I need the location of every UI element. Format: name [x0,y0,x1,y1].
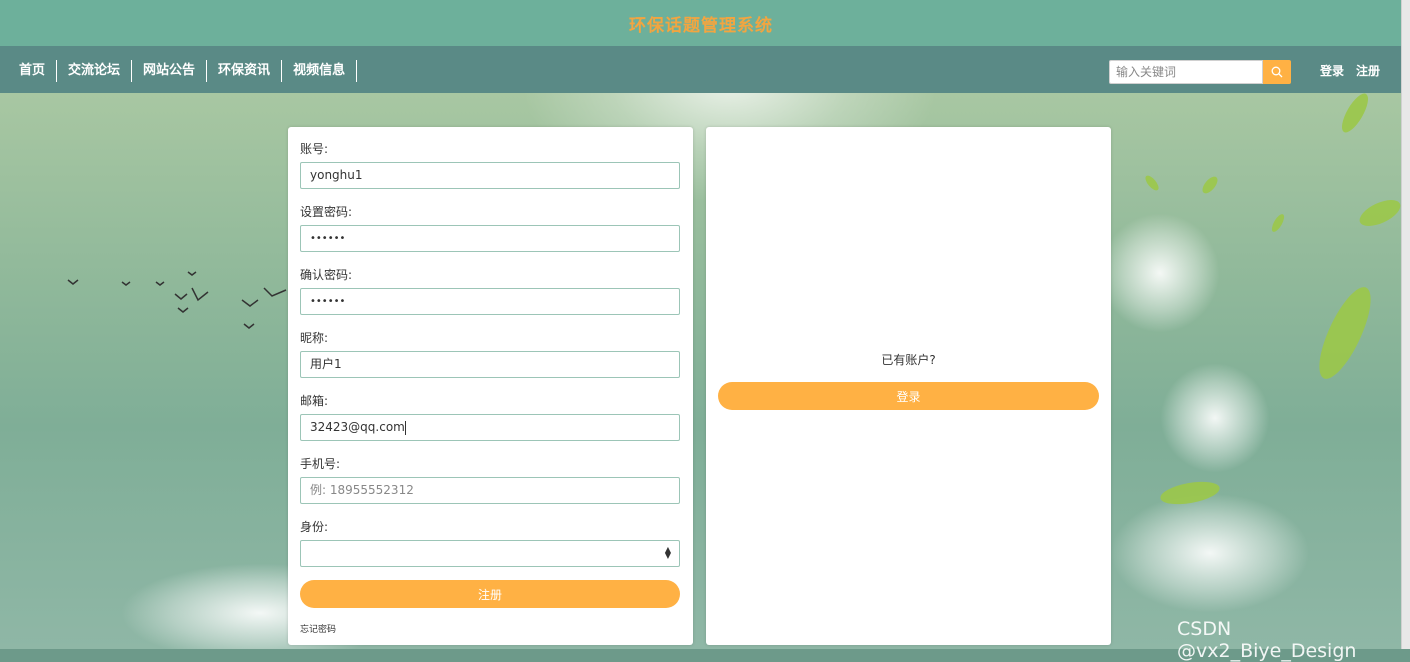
email-value: 32423@qq.com [310,420,405,434]
search-button[interactable] [1263,60,1291,84]
text-cursor [404,420,406,435]
background-scenery [0,93,1402,649]
have-account-text: 已有账户? [881,353,936,367]
birds-illustration [67,271,287,329]
nickname-label: 昵称: [300,331,329,345]
phone-input[interactable]: 例: 18955552312 [300,477,680,504]
register-submit-button[interactable]: 注册 [300,580,680,608]
role-select[interactable]: ▲ ▼ [300,540,680,567]
login-button[interactable]: 登录 [718,382,1099,410]
phone-label: 手机号: [300,457,341,471]
confirm-password-label: 确认密码: [300,268,353,282]
email-label: 邮箱: [300,394,329,408]
site-title: 环保话题管理系统 [629,15,773,36]
login-link[interactable]: 登录 [1320,62,1344,79]
watermark: CSDN @vx2_Biye_Design [1177,618,1357,662]
role-label: 身份: [300,520,329,534]
top-header: 环保话题管理系统 [0,0,1402,46]
password-label: 设置密码: [300,205,353,219]
scrollbar[interactable] [1401,0,1410,649]
nav-item-videos[interactable]: 视频信息 [282,60,358,82]
register-form-card: 账号: yonghu1 设置密码: •••••• 确认密码: •••••• 昵称… [288,127,693,645]
nav-item-news[interactable]: 环保资讯 [207,60,283,82]
email-input[interactable]: 32423@qq.com [300,414,680,441]
register-link[interactable]: 注册 [1356,62,1380,79]
select-arrows-icon: ▲ ▼ [664,545,671,560]
nickname-input[interactable]: 用户1 [300,351,680,378]
account-label: 账号: [300,142,329,156]
search-box [1109,60,1291,84]
search-icon [1271,66,1283,78]
leaves-illustration [1145,93,1401,505]
login-prompt-card: 已有账户? 登录 [706,127,1111,645]
confirm-password-input[interactable]: •••••• [300,288,680,315]
forgot-password-link[interactable]: 忘记密码 [300,622,336,635]
account-input[interactable]: yonghu1 [300,162,680,189]
password-input[interactable]: •••••• [300,225,680,252]
nav-item-home[interactable]: 首页 [8,60,58,82]
nav-menu: 首页 交流论坛 网站公告 环保资讯 视频信息 [8,60,358,82]
search-input[interactable] [1109,60,1263,84]
auth-links: 登录 注册 [1320,62,1380,79]
nav-item-announcements[interactable]: 网站公告 [132,60,208,82]
nav-item-forum[interactable]: 交流论坛 [57,60,133,82]
